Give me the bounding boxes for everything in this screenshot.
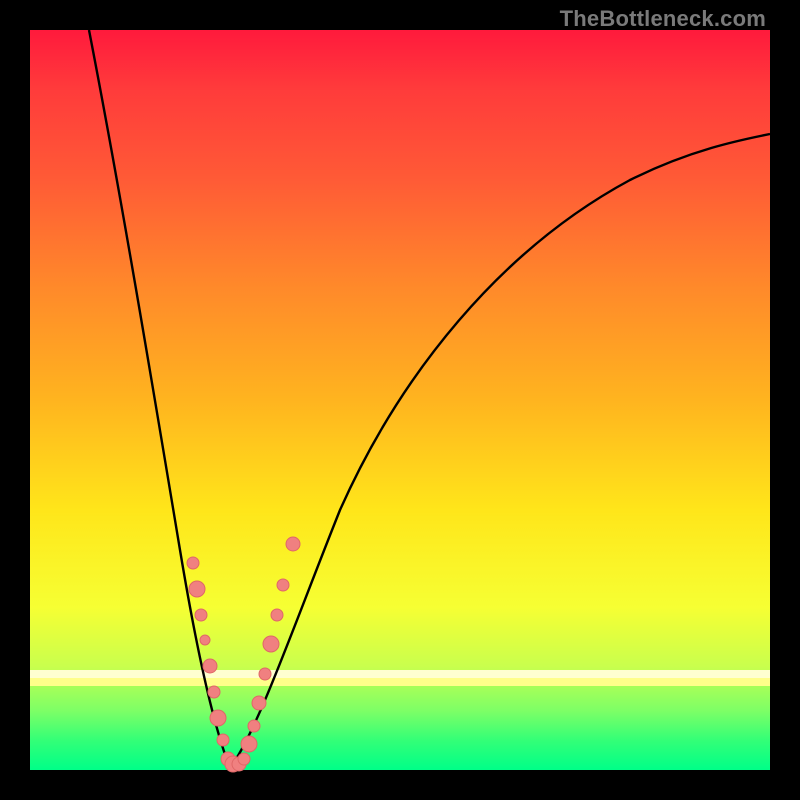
marker [252,696,266,710]
marker [286,537,300,551]
marker [241,736,257,752]
watermark-text: TheBottleneck.com [560,6,766,32]
marker [187,557,199,569]
marker [217,734,229,746]
marker [277,579,289,591]
marker [259,668,271,680]
bottleneck-curve [30,30,770,770]
marker [248,720,260,732]
marker [208,686,220,698]
marker [238,753,250,765]
marker [271,609,283,621]
marker [195,609,207,621]
marker [189,581,205,597]
curve-right-branch [230,134,770,768]
chart-frame: TheBottleneck.com [0,0,800,800]
curve-left-branch [89,30,230,768]
marker [200,635,210,645]
marker [203,659,217,673]
marker [210,710,226,726]
marker [263,636,279,652]
plot-area [30,30,770,770]
